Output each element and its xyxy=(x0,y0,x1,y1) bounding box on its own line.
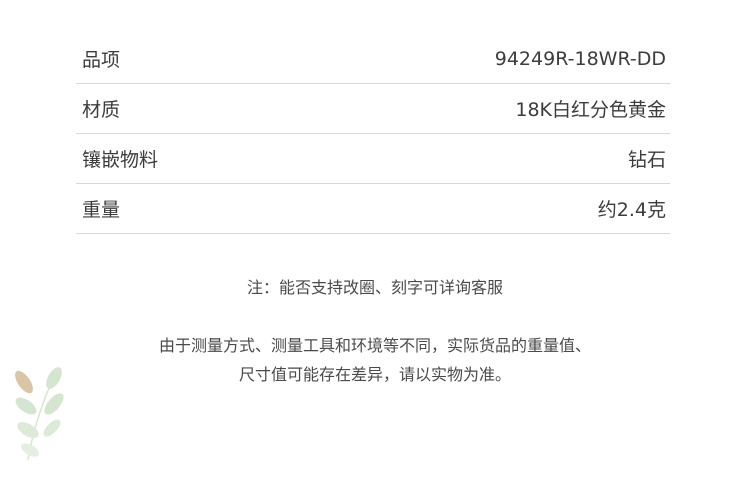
spec-value-inlay: 钻石 xyxy=(627,149,666,171)
disclaimer-line-1: 由于测量方式、测量工具和环境等不同，实际货品的重量值、 xyxy=(158,336,591,355)
disclaimer-line-2: 尺寸值可能存在差异，请以实物为准。 xyxy=(238,365,511,384)
spec-row-material: 材质 18K白红分色黄金 xyxy=(76,84,670,134)
customization-note: 注：能否支持改圈、刻字可详询客服 xyxy=(246,278,503,297)
spec-label-material: 材质 xyxy=(82,99,121,121)
spec-label-inlay: 镶嵌物料 xyxy=(82,149,159,171)
spec-label-item: 品项 xyxy=(82,49,121,71)
spec-value-weight: 约2.4克 xyxy=(597,199,666,221)
leaf-decoration-icon xyxy=(15,367,64,461)
spec-row-inlay: 镶嵌物料 钻石 xyxy=(76,134,670,184)
spec-value-material: 18K白红分色黄金 xyxy=(515,99,666,121)
spec-value-item: 94249R-18WR-DD xyxy=(494,47,666,70)
spec-label-weight: 重量 xyxy=(82,199,121,221)
measurement-disclaimer: 由于测量方式、测量工具和环境等不同，实际货品的重量值、 尺寸值可能存在差异，请以… xyxy=(0,331,750,389)
spec-row-weight: 重量 约2.4克 xyxy=(76,184,670,234)
spec-row-item: 品项 94249R-18WR-DD xyxy=(76,34,670,84)
spec-table: 品项 94249R-18WR-DD 材质 18K白红分色黄金 镶嵌物料 钻石 重… xyxy=(76,34,670,234)
